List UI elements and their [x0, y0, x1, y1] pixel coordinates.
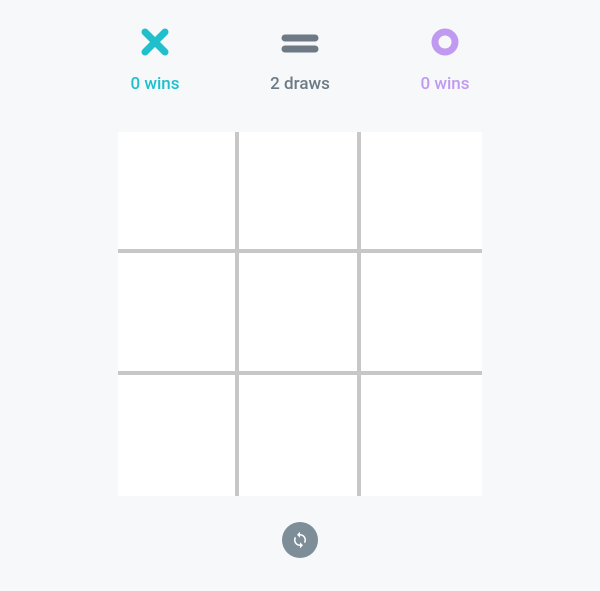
reset-button[interactable] — [282, 522, 318, 558]
score-x-column: 0 wins — [105, 26, 205, 94]
cell-5[interactable] — [361, 253, 482, 374]
score-o-column: 0 wins — [395, 26, 495, 94]
score-o-label: 0 wins — [420, 74, 469, 94]
game-board — [118, 132, 482, 496]
cell-7[interactable] — [239, 375, 360, 496]
draw-icon — [279, 26, 321, 58]
score-x-label: 0 wins — [130, 74, 179, 94]
o-mark-icon — [430, 26, 460, 58]
cell-1[interactable] — [239, 132, 360, 253]
cell-0[interactable] — [118, 132, 239, 253]
scoreboard: 0 wins 2 draws 0 wins — [105, 26, 495, 94]
reset-icon — [291, 531, 309, 549]
cell-8[interactable] — [361, 375, 482, 496]
cell-6[interactable] — [118, 375, 239, 496]
score-draw-column: 2 draws — [250, 26, 350, 94]
cell-4[interactable] — [239, 253, 360, 374]
cell-3[interactable] — [118, 253, 239, 374]
cell-2[interactable] — [361, 132, 482, 253]
reset-area — [282, 522, 318, 558]
x-mark-icon — [140, 26, 170, 58]
score-draw-label: 2 draws — [270, 74, 330, 94]
